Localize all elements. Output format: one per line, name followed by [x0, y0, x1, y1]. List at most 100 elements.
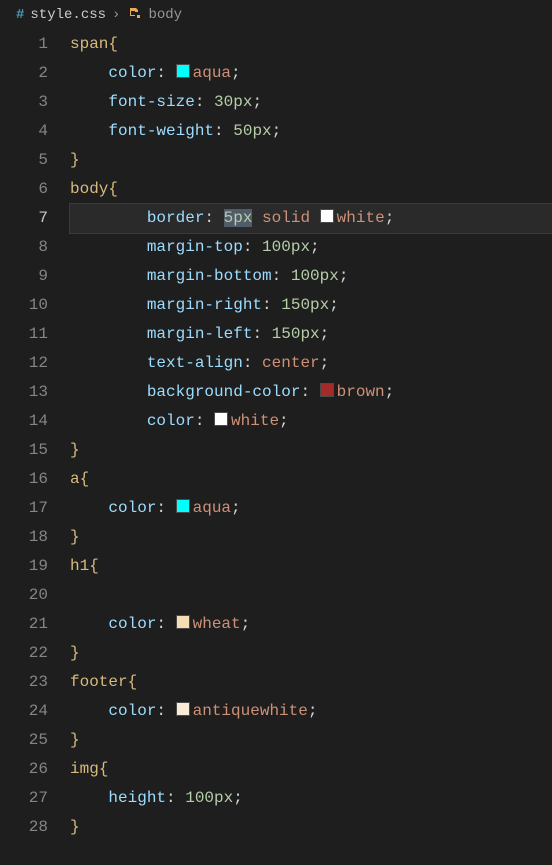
brace-close: } — [70, 528, 80, 546]
editor[interactable]: 1234567891011121314151617181920212223242… — [0, 30, 552, 842]
line-number: 23 — [0, 668, 48, 697]
code-line[interactable]: font-size: 30px; — [70, 88, 552, 117]
code-line[interactable]: color: white; — [70, 407, 552, 436]
line-number: 19 — [0, 552, 48, 581]
css-value-number: 100 — [291, 267, 320, 285]
brace-close: } — [70, 644, 80, 662]
css-value-unit: px — [291, 238, 310, 256]
line-number: 5 — [0, 146, 48, 175]
code-line[interactable]: h1{ — [70, 552, 552, 581]
code-line[interactable]: color: wheat; — [70, 610, 552, 639]
code-line[interactable]: } — [70, 813, 552, 842]
code-line[interactable]: } — [70, 726, 552, 755]
breadcrumb[interactable]: # style.css › body — [0, 0, 552, 30]
css-property: margin-right — [147, 296, 262, 314]
css-value-number: 150 — [272, 325, 301, 343]
code-line[interactable]: margin-bottom: 100px; — [70, 262, 552, 291]
css-value-unit: px — [252, 122, 271, 140]
line-number: 1 — [0, 30, 48, 59]
css-value-number: 100 — [262, 238, 291, 256]
code-line[interactable]: color: antiquewhite; — [70, 697, 552, 726]
code-line[interactable]: background-color: brown; — [70, 378, 552, 407]
code-line[interactable]: color: aqua; — [70, 494, 552, 523]
css-value-color: aqua — [193, 64, 231, 82]
code-line[interactable]: font-weight: 50px; — [70, 117, 552, 146]
css-value-unit: px — [214, 789, 233, 807]
code-line[interactable]: a{ — [70, 465, 552, 494]
brace-open: { — [128, 673, 138, 691]
brace-open: { — [89, 557, 99, 575]
color-swatch[interactable] — [176, 64, 190, 78]
line-number: 21 — [0, 610, 48, 639]
css-value-number: 5 — [224, 209, 234, 227]
css-value-color: brown — [337, 383, 385, 401]
color-swatch[interactable] — [176, 702, 190, 716]
line-number: 6 — [0, 175, 48, 204]
line-number: 14 — [0, 407, 48, 436]
line-number: 13 — [0, 378, 48, 407]
css-value-unit: px — [310, 296, 329, 314]
brace-open: { — [99, 760, 109, 778]
css-property: margin-left — [147, 325, 253, 343]
code-line[interactable]: margin-left: 150px; — [70, 320, 552, 349]
code-line[interactable]: margin-right: 150px; — [70, 291, 552, 320]
breadcrumb-separator: › — [112, 7, 120, 23]
line-number: 20 — [0, 581, 48, 610]
css-property: color — [108, 702, 156, 720]
line-number: 2 — [0, 59, 48, 88]
code-line[interactable]: footer{ — [70, 668, 552, 697]
code-line[interactable] — [70, 581, 552, 610]
css-value-number: 150 — [281, 296, 310, 314]
code-area[interactable]: span{ color: aqua; font-size: 30px; font… — [70, 30, 552, 842]
css-value-color: aqua — [193, 499, 231, 517]
breadcrumb-file[interactable]: style.css — [30, 7, 106, 23]
breadcrumb-symbol[interactable]: body — [148, 7, 182, 23]
color-swatch[interactable] — [176, 499, 190, 513]
brace-close: } — [70, 151, 80, 169]
css-property: margin-top — [147, 238, 243, 256]
css-value-number: 100 — [185, 789, 214, 807]
code-line[interactable]: text-align: center; — [70, 349, 552, 378]
code-line[interactable]: color: aqua; — [70, 59, 552, 88]
code-line[interactable]: height: 100px; — [70, 784, 552, 813]
css-selector: body — [70, 180, 108, 198]
line-number: 7 — [0, 204, 48, 233]
line-number: 22 — [0, 639, 48, 668]
code-line[interactable]: margin-top: 100px; — [70, 233, 552, 262]
code-line[interactable]: } — [70, 639, 552, 668]
code-line[interactable]: } — [70, 523, 552, 552]
file-type-icon: # — [16, 7, 24, 23]
color-swatch[interactable] — [320, 383, 334, 397]
color-swatch[interactable] — [320, 209, 334, 223]
brace-close: } — [70, 818, 80, 836]
css-selector: h1 — [70, 557, 89, 575]
color-swatch[interactable] — [214, 412, 228, 426]
brace-close: } — [70, 731, 80, 749]
line-number: 10 — [0, 291, 48, 320]
css-value-color: wheat — [193, 615, 241, 633]
color-swatch[interactable] — [176, 615, 190, 629]
code-line[interactable]: border: 5px solid white; — [70, 204, 552, 233]
css-value-unit: px — [233, 209, 252, 227]
css-property: color — [147, 412, 195, 430]
code-line[interactable]: span{ — [70, 30, 552, 59]
css-property: margin-bottom — [147, 267, 272, 285]
css-property: height — [108, 789, 166, 807]
css-value-unit: px — [300, 325, 319, 343]
css-selector: footer — [70, 673, 128, 691]
code-line[interactable]: body{ — [70, 175, 552, 204]
css-value: center — [262, 354, 320, 372]
css-property: color — [108, 64, 156, 82]
line-number: 11 — [0, 320, 48, 349]
line-number: 9 — [0, 262, 48, 291]
brace-open: { — [108, 35, 118, 53]
code-line[interactable]: } — [70, 146, 552, 175]
line-number: 27 — [0, 784, 48, 813]
code-line[interactable]: } — [70, 436, 552, 465]
css-selector: img — [70, 760, 99, 778]
line-number: 18 — [0, 523, 48, 552]
symbol-icon — [126, 5, 142, 26]
css-property: color — [108, 499, 156, 517]
brace-close: } — [70, 441, 80, 459]
code-line[interactable]: img{ — [70, 755, 552, 784]
